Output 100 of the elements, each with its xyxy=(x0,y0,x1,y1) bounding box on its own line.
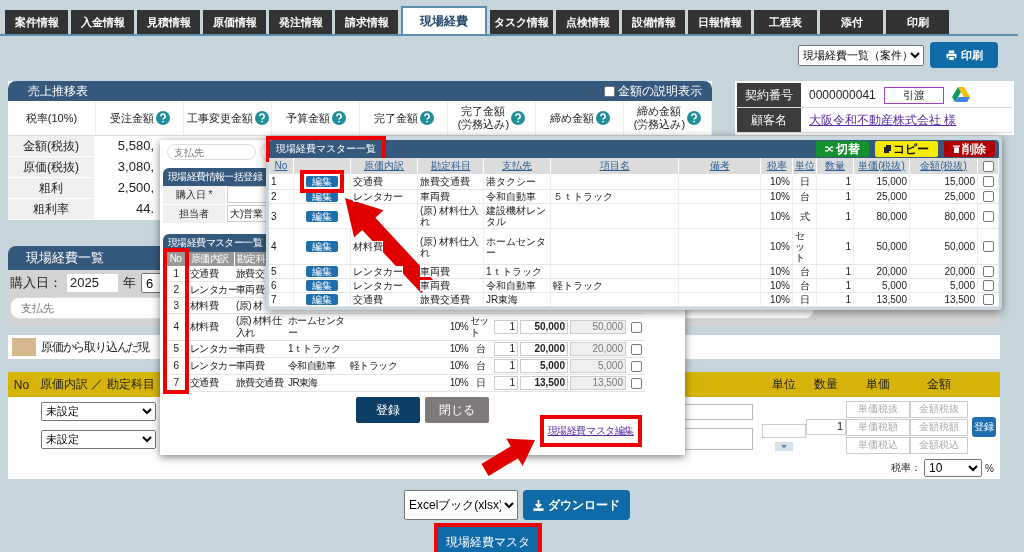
table-cell: 材料費 xyxy=(189,298,235,314)
table-cell: (原) 材料仕入れ xyxy=(235,314,287,341)
column-header: 税率(10%) xyxy=(25,111,78,125)
table-cell: 軽トラック xyxy=(349,358,413,375)
row-number: 1 xyxy=(271,176,277,187)
table-cell: 交通費 xyxy=(353,176,383,187)
column-header: No xyxy=(12,377,31,392)
section-title: 現場経費情報一括登録 xyxy=(168,170,262,184)
table-cell: 台 xyxy=(799,191,810,202)
table-cell: 車両費 xyxy=(235,358,287,375)
amount-field: 13,500 xyxy=(570,376,626,390)
table-cell: ５ｔトラック xyxy=(553,191,613,202)
table-cell: 5,000 xyxy=(881,280,907,291)
field-label: 契約番号 xyxy=(737,83,801,107)
unit-label: 年 xyxy=(123,274,136,292)
column-header: 単位 xyxy=(770,376,797,393)
column-header: 受注金額 xyxy=(109,111,154,125)
table-cell: 13,500 xyxy=(876,294,907,305)
column-header: 締め金額 (労務込み) xyxy=(633,105,686,131)
column-header: 完了金額 (労務込み) xyxy=(457,105,510,131)
table-cell: 80,000 xyxy=(944,210,975,222)
field-label: 担当者 xyxy=(163,205,225,224)
table-cell: 25,000 xyxy=(944,191,975,202)
table-cell: 式 xyxy=(799,210,810,222)
row-number: 3 xyxy=(271,210,277,222)
table-cell: 10% xyxy=(770,241,790,252)
table-cell: (原) 材料仕入れ xyxy=(420,235,481,258)
row-label: 粗利率 xyxy=(8,199,94,220)
table-cell: レンタカー xyxy=(189,358,235,375)
table-cell: 50,000 xyxy=(876,241,907,252)
table-cell: 港タクシー xyxy=(486,176,536,187)
table-cell: レンタカー xyxy=(353,280,403,291)
table-cell: 軽トラック xyxy=(553,280,603,291)
checkbox-label: 金額の説明表示 xyxy=(618,82,702,100)
table-cell: 1 xyxy=(845,294,851,305)
table-cell: レンタカー xyxy=(189,341,235,358)
table-cell: 材料費 xyxy=(353,241,383,252)
table-cell: 1 xyxy=(845,280,851,291)
row-number: 7 xyxy=(271,294,277,305)
row-label: 金額(税抜) xyxy=(8,136,94,157)
table-cell-text: 2,500, xyxy=(116,179,155,197)
table-cell: 10% xyxy=(770,294,790,305)
table-cell: 1 xyxy=(845,210,851,222)
table-cell: 20,000 xyxy=(876,266,907,277)
column-header: 数量 xyxy=(813,376,839,393)
table-cell: 材料費 xyxy=(189,314,235,341)
column-header: 単価 xyxy=(865,376,891,393)
legend-text: 原価から取り込んだ現 xyxy=(41,338,149,356)
table-cell: 建設機材レンタル xyxy=(486,205,548,227)
row-number: 4 xyxy=(271,241,277,252)
status-badge: 引渡 xyxy=(883,86,944,104)
table-cell: 25,000 xyxy=(876,191,907,202)
dialog-title: 現場経費マスター一覧 xyxy=(276,142,376,156)
table-cell-text: 5,580, xyxy=(116,137,155,155)
section-title: 現場経費一覧 xyxy=(26,249,104,267)
column-header: 工事変更金額 xyxy=(186,111,253,125)
table-cell: 10% xyxy=(770,176,790,187)
table-cell-text: 3,080, xyxy=(116,158,155,176)
table-cell: 車両費 xyxy=(420,191,450,202)
table-cell: 日 xyxy=(799,294,810,305)
table-cell-text: 44. xyxy=(134,200,155,218)
table-cell: 台 xyxy=(799,280,810,291)
table-cell: 車両費 xyxy=(420,266,450,277)
field-label: 購入日： xyxy=(10,274,62,292)
row-number: 2 xyxy=(271,191,277,202)
table-cell: 1 xyxy=(845,266,851,277)
table-cell: セット xyxy=(469,314,493,341)
row-number: 6 xyxy=(271,280,277,291)
table-cell: (原) 材料仕入れ xyxy=(420,205,481,227)
row-label: 原価(税抜) xyxy=(8,157,94,178)
table-cell: 交通費 xyxy=(189,375,235,392)
contract-number: 0000000041 xyxy=(809,88,876,102)
table-cell: 交通費 xyxy=(353,294,383,305)
table-cell: 1 xyxy=(845,191,851,202)
table-cell: 80,000 xyxy=(876,210,907,222)
column-header: 原価内訳 xyxy=(189,252,235,266)
table-cell: レンタカー xyxy=(189,282,235,298)
column-header: 完了金額 xyxy=(373,111,418,125)
table-cell: レンタカー xyxy=(353,266,403,277)
table-cell: 10% xyxy=(770,191,790,202)
table-cell: 10% xyxy=(443,341,469,358)
table-cell: 10% xyxy=(443,358,469,375)
table-cell: 令和自動車 xyxy=(486,191,536,202)
table-cell: 1ｔトラック xyxy=(486,266,542,277)
table-cell: 交通費 xyxy=(189,266,235,282)
table-cell: 旅費交通費 xyxy=(235,375,287,392)
table-cell: 15,000 xyxy=(876,176,907,187)
column-header: 予算金額 xyxy=(285,111,330,125)
unit-label: % xyxy=(985,462,994,474)
table-cell: 10% xyxy=(770,280,790,291)
column-header: 締め金額 xyxy=(549,111,594,125)
table-cell: 1ｔトラック xyxy=(287,341,349,358)
row-label: 粗利 xyxy=(8,178,94,199)
table-cell: 台 xyxy=(799,266,810,277)
table-cell: 13,500 xyxy=(944,294,975,305)
table-cell: 車両費 xyxy=(235,341,287,358)
table-cell: レンタカー xyxy=(353,191,403,202)
table-cell: 日 xyxy=(469,375,493,392)
column-header: 原価内訳 ／ 勘定科目 xyxy=(39,376,156,393)
table-cell: 50,000 xyxy=(944,241,975,252)
